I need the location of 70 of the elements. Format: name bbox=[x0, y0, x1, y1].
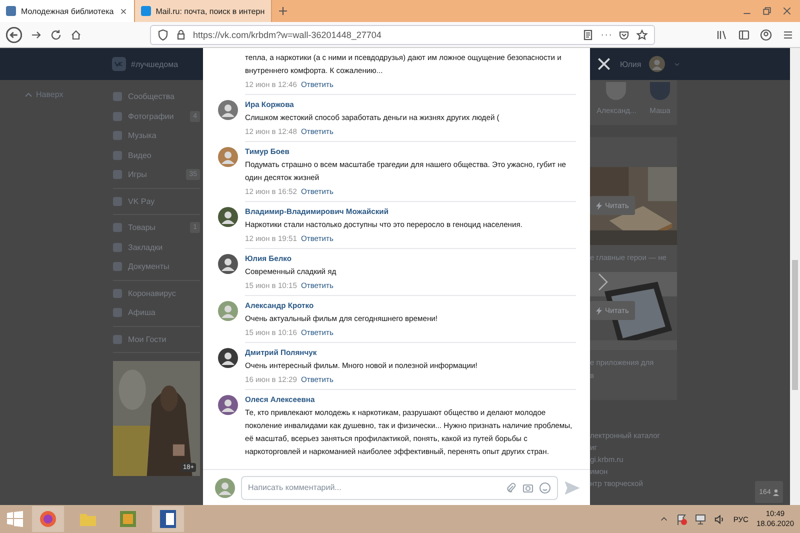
close-icon[interactable] bbox=[118, 6, 128, 16]
menu-icon[interactable] bbox=[782, 28, 794, 40]
forward-icon[interactable] bbox=[30, 28, 42, 40]
back-to-top-link[interactable]: Наверх bbox=[25, 90, 110, 99]
chevron-up-icon[interactable] bbox=[660, 515, 668, 523]
menu-item-icon bbox=[113, 92, 122, 102]
menu-item[interactable]: Мои Гости bbox=[113, 330, 200, 349]
menu-item-icon bbox=[113, 150, 122, 160]
chevron-up-icon bbox=[25, 92, 32, 97]
lock-icon bbox=[175, 28, 187, 40]
menu-item-icon bbox=[113, 223, 122, 232]
sidebar-icon[interactable] bbox=[738, 28, 750, 40]
site-icon bbox=[140, 6, 151, 16]
avatar bbox=[218, 207, 238, 227]
menu-item-icon bbox=[113, 170, 122, 180]
menu-item[interactable]: Документы bbox=[113, 257, 200, 276]
site-icon bbox=[6, 6, 16, 16]
menu-item[interactable]: Видео bbox=[113, 146, 200, 165]
avatar bbox=[650, 82, 670, 100]
avatar bbox=[215, 478, 235, 498]
star-icon[interactable] bbox=[636, 28, 648, 40]
menu-item[interactable]: Афиша bbox=[113, 303, 200, 322]
menu-item-icon bbox=[113, 308, 122, 318]
new-tab-icon[interactable] bbox=[276, 5, 289, 17]
menu-item[interactable]: Коронавирус bbox=[113, 284, 200, 303]
menu-item-icon bbox=[113, 112, 122, 121]
avatar bbox=[606, 82, 626, 100]
account-icon[interactable] bbox=[760, 28, 772, 40]
reload-icon[interactable] bbox=[50, 28, 62, 40]
menu-item[interactable]: Музыка bbox=[113, 126, 200, 146]
browser-tab[interactable]: Mail.ru: почта, поиск в интерн bbox=[134, 0, 272, 22]
person-icon bbox=[772, 488, 779, 496]
home-icon[interactable] bbox=[70, 28, 82, 40]
reader-view-icon[interactable] bbox=[582, 28, 594, 40]
lightning-icon bbox=[596, 202, 602, 210]
menu-item-icon bbox=[113, 131, 122, 140]
restore-icon[interactable] bbox=[762, 6, 772, 16]
comment-box[interactable]: Написать комментарий... bbox=[241, 476, 558, 500]
browser-tab[interactable]: Молодежная библиотека bbox=[0, 0, 135, 22]
avatar bbox=[218, 100, 238, 120]
menu-item-icon bbox=[113, 262, 122, 272]
taskbar-app-icon[interactable] bbox=[32, 506, 64, 532]
user-name: Юлия bbox=[620, 60, 642, 68]
avatar bbox=[649, 56, 666, 72]
avatar bbox=[218, 301, 238, 321]
scrollbar-thumb[interactable] bbox=[792, 260, 798, 390]
avatar bbox=[218, 147, 238, 167]
network-icon[interactable] bbox=[695, 514, 706, 524]
hashtag-text: #лучшедома bbox=[131, 60, 178, 68]
lightning-icon bbox=[596, 306, 602, 314]
taskbar-document-icon[interactable] bbox=[152, 506, 184, 532]
start-icon[interactable] bbox=[6, 510, 24, 528]
back-icon[interactable] bbox=[6, 26, 22, 42]
menu-item-icon bbox=[113, 334, 122, 344]
volume-icon[interactable] bbox=[714, 514, 726, 524]
menu-item[interactable]: Закладки bbox=[113, 238, 200, 257]
menu-item-icon bbox=[113, 288, 122, 298]
shield-icon bbox=[157, 28, 169, 40]
flag-icon[interactable] bbox=[676, 514, 688, 524]
menu-item-icon bbox=[113, 196, 122, 206]
next-icon[interactable] bbox=[598, 273, 608, 291]
menu-item-icon bbox=[113, 242, 122, 252]
pocket-icon[interactable] bbox=[618, 28, 630, 40]
avatar bbox=[218, 254, 238, 274]
avatar bbox=[218, 348, 238, 368]
menu-item[interactable]: Сообщества bbox=[113, 87, 200, 106]
avatar bbox=[218, 395, 238, 415]
library-icon[interactable] bbox=[716, 28, 728, 40]
menu-item[interactable]: VK Pay bbox=[113, 192, 200, 211]
address-field[interactable]: https://vk.com/krbdm?w=wall-36201448_27704 bbox=[150, 24, 655, 44]
